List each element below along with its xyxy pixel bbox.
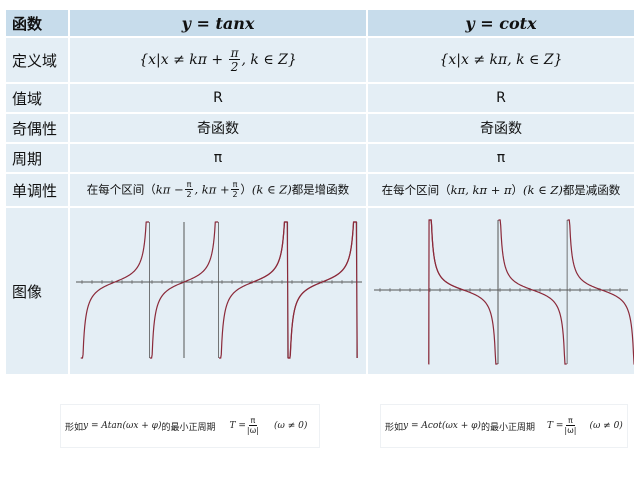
parity-row: 奇偶性 奇函数 奇函数 [6,114,634,144]
footer-cot-lhs: T = [546,421,564,431]
footer-cot-t2: 的最小正周期 [480,422,535,433]
mono-tan-f2-num: π [230,180,240,190]
range-row: 值域 R R [6,84,634,114]
footer-cot-period: 形如 y = Acot(ωx + φ) 的最小正周期 T = π |ω| (ω ≠ 0… [380,404,628,448]
period-tan: π [70,144,368,174]
curve-branch [498,219,567,365]
parity-tan: 奇函数 [70,114,368,144]
header-tan: y = tanx [70,10,368,38]
footer-tan-frac: π |ω| [247,417,259,435]
domain-tan-den: 2 [230,60,239,74]
graph-label: 图像 [6,208,70,376]
mono-cot-t1: 在每个区间（ [381,183,451,197]
monotonic-label-text: 单调性 [12,181,58,200]
range-label: 值域 [6,84,70,114]
domain-row: 定义域 {x|x ≠ kπ + π2, k ∈ Z} {x|x ≠ kπ, k … [6,38,634,84]
mono-tan-frac1: π2 [184,180,194,199]
cot-graph [374,219,634,365]
domain-cot: {x|x ≠ kπ, k ∈ Z} [368,38,634,84]
curve-branch [567,219,634,365]
tan-graph-cell [70,208,368,376]
range-label-text: 值域 [12,89,43,108]
mono-cot-m: kπ, kπ + π [450,183,512,197]
domain-cot-expr: {x|x ≠ kπ, k ∈ Z} [439,52,563,68]
period-cot-value: π [496,150,506,166]
domain-tan-fraction: π2 [228,46,241,74]
header-tan-text: y = tanx [181,13,255,33]
header-cot: y = cotx [368,10,634,38]
monotonic-tan-text: 在每个区间（kπ − π 2, kπ + π 2 ）(k ∈ Z)都是增函数 [87,181,349,199]
header-cot-text: y = cotx [465,13,537,33]
range-tan-value: R [213,90,223,106]
monotonic-tan: 在每个区间（kπ − π 2, kπ + π 2 ）(k ∈ Z)都是增函数 [70,174,368,208]
footer-cot-frac: π |ω| [564,417,576,435]
parity-cot-value: 奇函数 [480,121,522,137]
period-label: 周期 [6,144,70,174]
range-cot: R [368,84,634,114]
monotonic-label: 单调性 [6,174,70,208]
footer-tan-cond: (ω ≠ 0) [274,421,308,431]
curve-branch [288,221,357,359]
domain-tan-num: π [228,46,241,60]
footer-cot-cond: (ω ≠ 0) [589,421,623,431]
header-label: 函数 [6,10,70,38]
footer-cot-num: π [566,416,575,426]
domain-tan: {x|x ≠ kπ + π2, k ∈ Z} [70,38,368,84]
curve-branch [219,221,288,359]
period-row: 周期 π π [6,144,634,174]
domain-label: 定义域 [6,38,70,84]
domain-label-text: 定义域 [12,51,58,70]
mono-tan-m2: , kπ + [194,182,230,197]
mono-tan-t3: 都是增函数 [291,182,350,197]
mono-tan-frac2: π2 [230,180,240,199]
cot-graph-cell [368,208,634,376]
period-cot: π [368,144,634,174]
footer-tan-expr: y = Atan(ωx + φ) [83,421,162,431]
parity-label: 奇偶性 [6,114,70,144]
mono-cot-cond: (k ∈ Z) [523,183,563,197]
parity-tan-value: 奇函数 [197,121,239,137]
footer-tan-num: π [248,416,258,426]
monotonic-cot: 在每个区间（kπ, kπ + π）(k ∈ Z)都是减函数 [368,174,634,208]
period-label-text: 周期 [12,149,43,168]
header-row: 函数 y = tanx y = cotx [6,10,634,38]
footer-cot-expr: y = Acot(ωx + φ) [403,421,481,431]
parity-cot: 奇函数 [368,114,634,144]
domain-tan-pre: {x|x ≠ kπ + [139,52,228,68]
range-cot-value: R [496,90,506,106]
domain-tan-expr: {x|x ≠ kπ + π2, k ∈ Z} [139,47,297,73]
mono-tan-f1-num: π [184,180,194,190]
footer-cot-den: |ω| [564,426,577,435]
curve-branch [80,221,149,359]
tan-graph [76,221,362,359]
footer-tan-t2: 的最小正周期 [161,422,216,433]
range-tan: R [70,84,368,114]
monotonic-row: 单调性 在每个区间（kπ − π 2, kπ + π 2 ）(k ∈ Z)都是增函数 在每… [6,174,634,208]
footer-tan-den: |ω| [246,426,259,435]
parity-label-text: 奇偶性 [12,119,58,138]
footer-tan-lhs: T = [229,421,246,431]
footer-tan-period: 形如 y = Atan(ωx + φ) 的最小正周期 T = π |ω| (ω ≠ 0… [60,404,320,448]
graph-row: 图像 [6,208,634,376]
trig-function-table: 函数 y = tanx y = cotx 定义域 {x|x ≠ kπ + π2,… [6,10,634,376]
curve-branch [429,219,498,365]
header-label-text: 函数 [12,14,43,33]
mono-tan-f1-den: 2 [186,190,192,199]
footer-tan-t1: 形如 [65,422,84,433]
mono-tan-f2-den: 2 [232,190,238,199]
mono-tan-t1: 在每个区间（ [86,182,156,197]
monotonic-cot-text: 在每个区间（kπ, kπ + π）(k ∈ Z)都是减函数 [382,182,621,198]
graph-label-text: 图像 [12,282,43,301]
mono-tan-cond: (k ∈ Z) [251,182,292,197]
mono-cot-t2: ） [511,183,524,197]
footer-cot-t1: 形如 [385,422,404,433]
domain-tan-post: , k ∈ Z} [241,52,297,68]
mono-tan-t2: ） [240,182,252,197]
mono-tan-m1: kπ − [155,182,184,197]
mono-cot-t3: 都是减函数 [562,183,621,197]
period-tan-value: π [213,150,223,166]
curve-branch [249,221,358,359]
